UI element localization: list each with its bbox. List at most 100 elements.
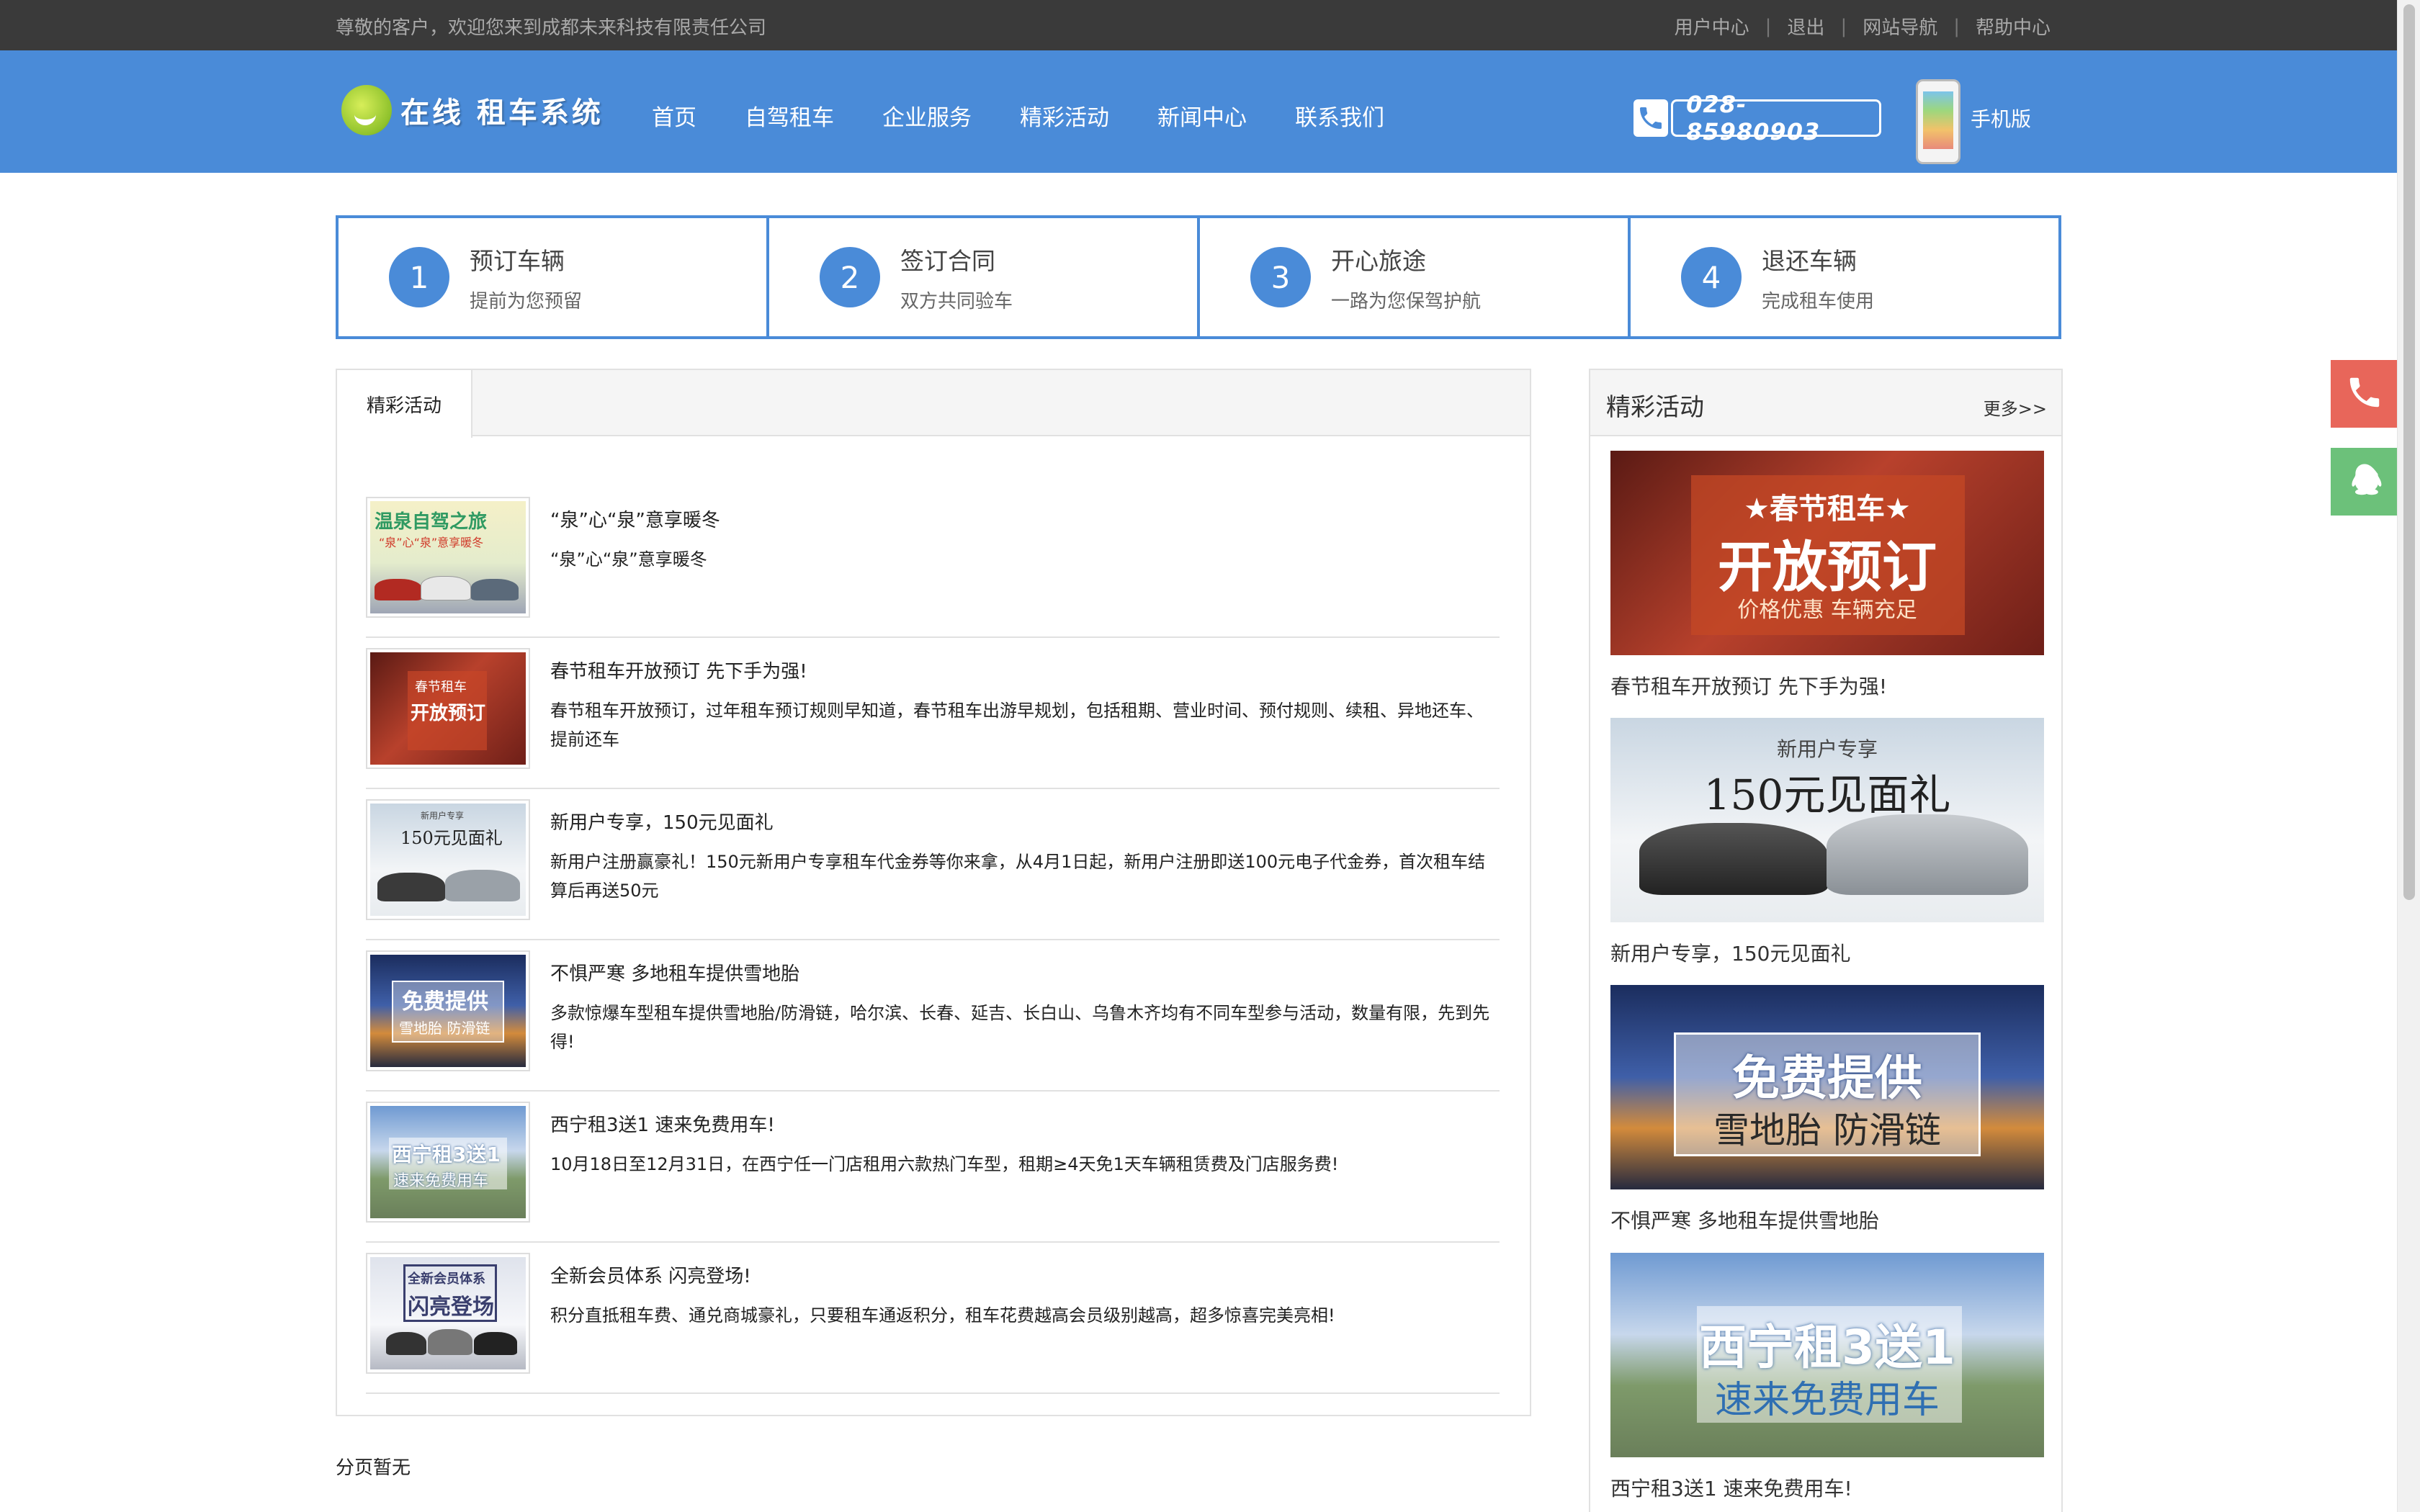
promo-caption[interactable]: 不惧严寒 多地租车提供雪地胎 bbox=[1610, 1205, 2044, 1234]
activity-title[interactable]: 春节租车开放预订 先下手为强! bbox=[550, 657, 1500, 683]
thumb-text: 温泉自驾之旅 bbox=[375, 511, 488, 533]
promo-banner-text: 西宁租3送1 bbox=[1699, 1320, 1955, 1375]
activity-thumbnail[interactable]: 免费提供 雪地胎 防滑链 bbox=[366, 950, 530, 1071]
promo-banner[interactable]: 西宁租3送1 速来免费用车 bbox=[1610, 1253, 2044, 1457]
nav-activities[interactable]: 精彩活动 bbox=[1020, 99, 1109, 132]
activity-thumbnail[interactable]: 温泉自驾之旅 “泉”心“泉”意享暖冬 bbox=[366, 497, 530, 618]
phone-icon bbox=[1634, 99, 1669, 137]
nav-enterprise[interactable]: 企业服务 bbox=[882, 99, 972, 132]
activity-description: 10月18日至12月31日，在西宁任一门店租用六款热门车型，租期≥4天免1天车辆… bbox=[550, 1154, 1339, 1174]
phone-icon bbox=[2345, 373, 2384, 415]
thumb-text: 西宁租3送1 bbox=[392, 1143, 501, 1166]
logo-icon bbox=[341, 85, 392, 135]
step-subtitle: 一路为您保驾护航 bbox=[1331, 290, 1482, 312]
list-item[interactable]: 温泉自驾之旅 “泉”心“泉”意享暖冬 “泉”心“泉”意享暖冬 “泉”心“泉”意享… bbox=[366, 487, 1500, 638]
logo[interactable]: 在线 租车系统 bbox=[341, 85, 604, 135]
activity-thumbnail[interactable]: 全新会员体系 闪亮登场 bbox=[366, 1253, 530, 1374]
thumb-text: 新用户专享 bbox=[421, 811, 465, 821]
list-item[interactable]: 西宁租3送1 速来免费用车 西宁租3送1 速来免费用车! 10月18日至12月3… bbox=[366, 1092, 1500, 1243]
step-subtitle: 完成租车使用 bbox=[1762, 290, 1875, 312]
separator: | bbox=[1765, 15, 1772, 37]
logout-link[interactable]: 退出 bbox=[1787, 13, 1824, 40]
mobile-version-link[interactable]: 手机版 bbox=[1916, 79, 2031, 164]
promo-banner[interactable]: 新用户专享 150元见面礼 bbox=[1610, 718, 2044, 922]
step-title: 开心旅途 bbox=[1331, 246, 1426, 275]
promo-banner-text: 雪地胎 防滑链 bbox=[1713, 1110, 1941, 1151]
step-title: 退还车辆 bbox=[1762, 246, 1857, 275]
separator: | bbox=[1840, 15, 1847, 37]
hotline: 028-85980903 bbox=[1634, 91, 1881, 145]
thumb-text: 免费提供 bbox=[402, 989, 488, 1014]
site-nav-link[interactable]: 网站导航 bbox=[1863, 13, 1937, 40]
activity-title[interactable]: 全新会员体系 闪亮登场! bbox=[550, 1261, 1500, 1288]
step-1: 1 预订车辆 提前为您预留 bbox=[339, 218, 769, 336]
activity-title[interactable]: 西宁租3送1 速来免费用车! bbox=[550, 1110, 1500, 1137]
activity-thumbnail[interactable]: 新用户专享 150元见面礼 bbox=[366, 799, 530, 920]
activity-title[interactable]: “泉”心“泉”意享暖冬 bbox=[550, 505, 1500, 532]
promo-banner-text: 价格优惠 车辆充足 bbox=[1737, 598, 1917, 623]
list-item[interactable]: 新用户专享 150元见面礼 新用户专享，150元见面礼 新用户注册赢豪礼！150… bbox=[366, 789, 1500, 940]
rental-steps: 1 预订车辆 提前为您预留 2 签订合同 双方共同验车 3 开心旅途 一路为您保… bbox=[336, 215, 2061, 339]
separator: | bbox=[1953, 15, 1960, 37]
promo-banner-text: 150元见面礼 bbox=[1703, 770, 1951, 819]
step-number: 2 bbox=[820, 247, 880, 307]
nav-home[interactable]: 首页 bbox=[652, 99, 696, 132]
thumb-text: 全新会员体系 bbox=[408, 1272, 485, 1287]
header: 在线 租车系统 首页 自驾租车 企业服务 精彩活动 新闻中心 联系我们 028-… bbox=[0, 50, 2397, 173]
promo-banner-text: ★春节租车★ bbox=[1744, 492, 1911, 526]
float-phone-button[interactable] bbox=[2331, 360, 2398, 428]
tab-bar: 精彩活动 bbox=[337, 370, 1530, 438]
nav-contact[interactable]: 联系我们 bbox=[1295, 99, 1384, 132]
step-number: 1 bbox=[389, 247, 449, 307]
activity-description: 新用户注册赢豪礼！150元新用户专享租车代金券等你来拿，从4月1日起，新用户注册… bbox=[550, 852, 1486, 901]
promo-card[interactable]: 西宁租3送1 速来免费用车 西宁租3送1 速来免费用车! bbox=[1610, 1253, 2044, 1502]
step-3: 3 开心旅途 一路为您保驾护航 bbox=[1200, 218, 1631, 336]
step-title: 预订车辆 bbox=[470, 246, 565, 275]
user-center-link[interactable]: 用户中心 bbox=[1675, 13, 1749, 40]
promo-banner-text: 新用户专享 bbox=[1776, 737, 1878, 761]
promo-card[interactable]: ★春节租车★ 开放预订 价格优惠 车辆充足 春节租车开放预订 先下手为强! bbox=[1610, 451, 2044, 700]
activity-thumbnail[interactable]: 春节租车 开放预订 bbox=[366, 648, 530, 769]
step-number: 3 bbox=[1250, 247, 1311, 307]
list-item[interactable]: 春节租车 开放预订 春节租车开放预订 先下手为强! 春节租车开放预订，过年租车预… bbox=[366, 638, 1500, 789]
tab-activities[interactable]: 精彩活动 bbox=[337, 370, 472, 438]
logo-text: 在线 租车系统 bbox=[400, 96, 604, 130]
list-item[interactable]: 全新会员体系 闪亮登场 全新会员体系 闪亮登场! 积分直抵租车费、通兑商城豪礼，… bbox=[366, 1243, 1500, 1394]
promo-caption[interactable]: 新用户专享，150元见面礼 bbox=[1610, 938, 2044, 967]
activity-title[interactable]: 不惧严寒 多地租车提供雪地胎 bbox=[550, 959, 1500, 986]
hotline-number: 028-85980903 bbox=[1671, 91, 1881, 145]
thumb-text: 速来免费用车 bbox=[393, 1172, 489, 1190]
thumb-text: “泉”心“泉”意享暖冬 bbox=[379, 536, 484, 549]
step-2: 2 签订合同 双方共同验车 bbox=[769, 218, 1200, 336]
promo-card[interactable]: 免费提供 雪地胎 防滑链 不惧严寒 多地租车提供雪地胎 bbox=[1610, 985, 2044, 1234]
activity-title[interactable]: 新用户专享，150元见面礼 bbox=[550, 808, 1500, 834]
thumb-text: 150元见面礼 bbox=[400, 828, 503, 848]
promo-card[interactable]: 新用户专享 150元见面礼 新用户专享，150元见面礼 bbox=[1610, 718, 2044, 967]
step-subtitle: 双方共同验车 bbox=[900, 290, 1013, 312]
page-scrollbar[interactable] bbox=[2397, 0, 2420, 1512]
sidebar-title: 精彩活动 bbox=[1606, 393, 1704, 422]
promo-caption[interactable]: 西宁租3送1 速来免费用车! bbox=[1610, 1473, 2044, 1502]
sidebar-activities: 精彩活动 更多>> ★春节租车★ 开放预订 价格优惠 车辆充足 春节租车开放预订… bbox=[1589, 369, 2063, 1512]
step-subtitle: 提前为您预留 bbox=[470, 290, 583, 312]
thumb-text: 闪亮登场 bbox=[408, 1295, 494, 1320]
more-link[interactable]: 更多>> bbox=[1984, 395, 2047, 420]
scrollbar-thumb[interactable] bbox=[2403, 4, 2415, 900]
list-item[interactable]: 免费提供 雪地胎 防滑链 不惧严寒 多地租车提供雪地胎 多款惊爆车型租车提供雪地… bbox=[366, 940, 1500, 1092]
promo-banner[interactable]: ★春节租车★ 开放预订 价格优惠 车辆充足 bbox=[1610, 451, 2044, 655]
nav-self-drive[interactable]: 自驾租车 bbox=[745, 99, 834, 132]
nav-news[interactable]: 新闻中心 bbox=[1157, 99, 1247, 132]
activity-description: “泉”心“泉”意享暖冬 bbox=[550, 549, 707, 570]
main-nav: 首页 自驾租车 企业服务 精彩活动 新闻中心 联系我们 bbox=[652, 99, 1433, 132]
activity-description: 积分直抵租车费、通兑商城豪礼，只要租车通返积分，租车花费越高会员级别越高，超多惊… bbox=[550, 1305, 1335, 1326]
help-center-link[interactable]: 帮助中心 bbox=[1976, 13, 2051, 40]
promo-banner[interactable]: 免费提供 雪地胎 防滑链 bbox=[1610, 985, 2044, 1189]
promo-banner-text: 开放预订 bbox=[1718, 535, 1937, 599]
promo-banner-text: 速来免费用车 bbox=[1714, 1379, 1940, 1422]
top-bar: 尊敬的客户，欢迎您来到成都未来科技有限责任公司 用户中心 | 退出 | 网站导航… bbox=[0, 0, 2397, 50]
activity-description: 多款惊爆车型租车提供雪地胎/防滑链，哈尔滨、长春、延吉、长白山、乌鲁木齐均有不同… bbox=[550, 1003, 1490, 1052]
promo-caption[interactable]: 春节租车开放预订 先下手为强! bbox=[1610, 671, 2044, 700]
float-qq-button[interactable] bbox=[2331, 448, 2398, 516]
promo-banner-text: 免费提供 bbox=[1732, 1050, 1922, 1106]
activity-thumbnail[interactable]: 西宁租3送1 速来免费用车 bbox=[366, 1102, 530, 1223]
